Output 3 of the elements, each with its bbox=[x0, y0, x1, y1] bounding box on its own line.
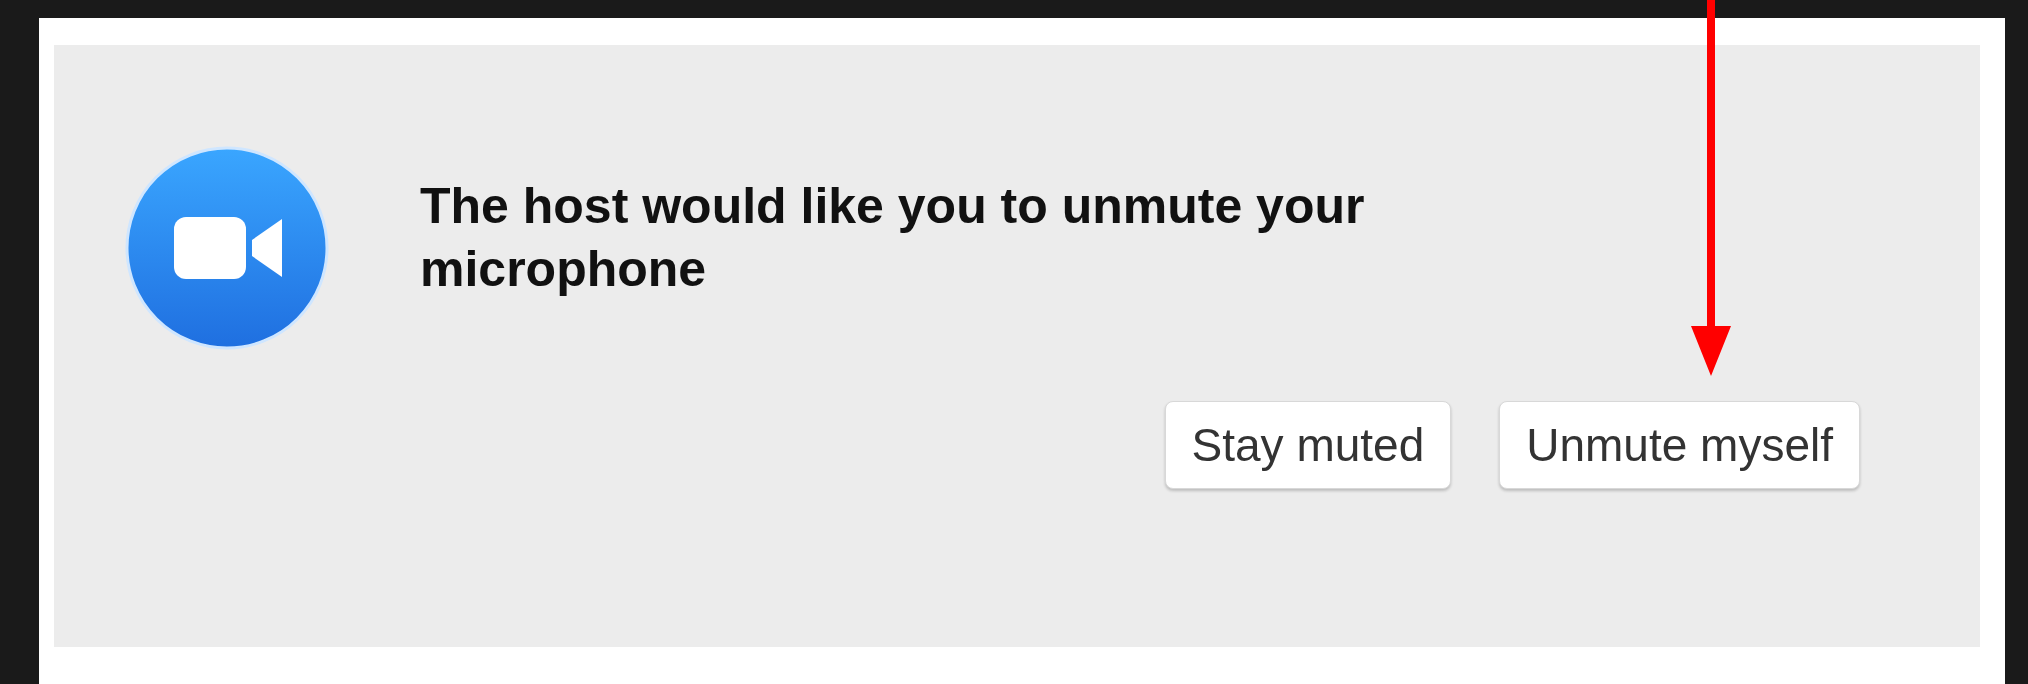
unmute-button[interactable]: Unmute myself bbox=[1499, 401, 1860, 489]
dialog-message: The host would like you to unmute your microphone bbox=[420, 177, 1366, 299]
stay-muted-button[interactable]: Stay muted bbox=[1164, 401, 1452, 489]
